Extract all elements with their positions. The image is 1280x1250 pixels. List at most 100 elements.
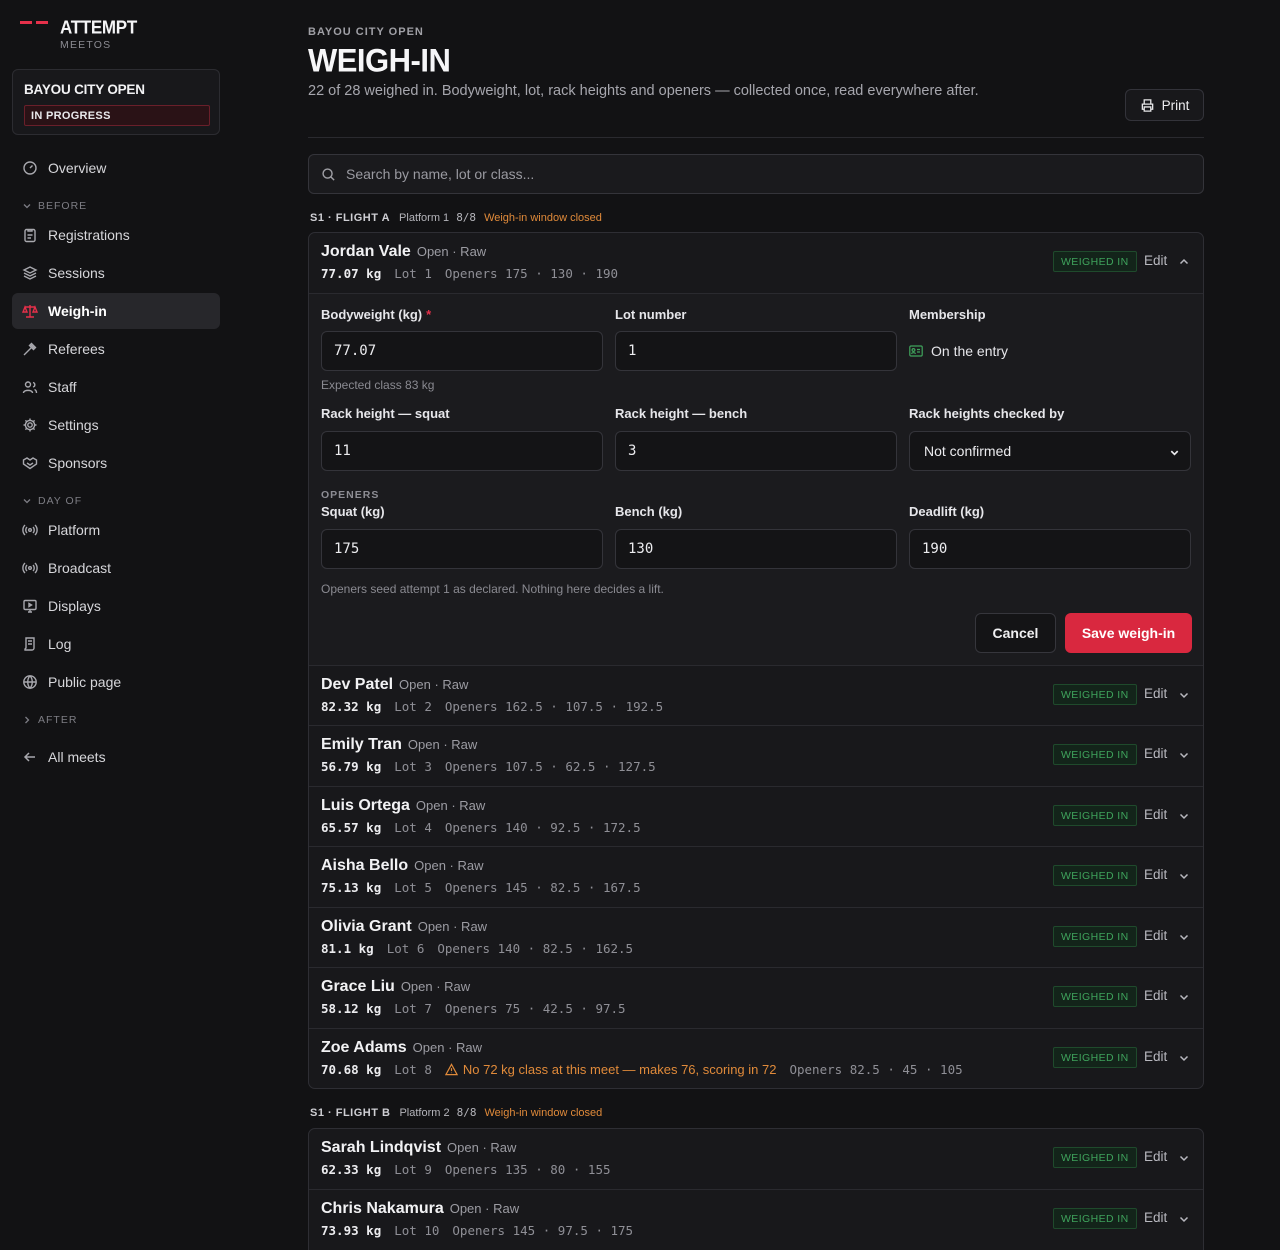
nav-broadcast[interactable]: Broadcast [12,550,220,586]
nav-label: Overview [48,160,107,176]
lifter-openers: Openers 175 · 130 · 190 [445,266,618,281]
nav-section-after[interactable]: AFTER [22,714,77,726]
lifter-row[interactable]: Jordan Vale Open · Raw 77.07 kg Lot 1 Opener… [309,233,1203,293]
chevron-down-icon[interactable] [1178,931,1190,943]
nav-weigh-in[interactable]: Weigh-in [12,293,220,329]
chevron-down-icon[interactable] [1178,870,1190,882]
lifter-row[interactable]: Chris Nakamura Open · Raw 73.93 kg Lot 10 Op… [309,1189,1203,1249]
nav-section-day-of[interactable]: DAY OF [22,495,82,507]
nav-section-before[interactable]: BEFORE [22,200,87,212]
lot-input[interactable] [628,343,878,359]
nav-displays[interactable]: Displays [12,588,220,624]
edit-button[interactable]: Edit [1144,807,1167,822]
chevron-down-icon[interactable] [1178,1213,1190,1225]
nav-staff[interactable]: Staff [12,369,220,405]
edit-button[interactable]: Edit [1144,1149,1167,1164]
search-input[interactable] [346,166,1146,182]
edit-button[interactable]: Edit [1144,988,1167,1003]
gear-icon [22,417,38,433]
nav-platform[interactable]: Platform [12,512,220,548]
edit-button[interactable]: Edit [1144,746,1167,761]
deadlift-field[interactable] [909,529,1191,569]
meet-switcher[interactable]: BAYOU CITY OPEN IN PROGRESS [12,69,220,135]
nav-settings[interactable]: Settings [12,407,220,443]
lifter-openers: Openers 145 · 82.5 · 167.5 [445,880,641,895]
lifter-name[interactable]: Sarah Lindqvist Open · Raw [321,1139,516,1157]
lot-word: Lot [394,820,417,835]
lifter-name[interactable]: Luis Ortega Open · Raw [321,797,485,815]
lifter-row[interactable]: Sarah Lindqvist Open · Raw 62.33 kg Lot 9 Op… [309,1129,1203,1189]
edit-button[interactable]: Edit [1144,1049,1167,1064]
edit-button[interactable]: Edit [1144,253,1167,268]
nav-log[interactable]: Log [12,626,220,662]
edit-button[interactable]: Edit [1144,1210,1167,1225]
lifter-row[interactable]: Grace Liu Open · Raw 58.12 kg Lot 7 Openers … [309,967,1203,1027]
chevron-down-icon[interactable] [1178,1052,1190,1064]
chevron-down-icon[interactable] [1178,749,1190,761]
lifter-row[interactable]: Emily Tran Open · Raw 56.79 kg Lot 3 Openers… [309,725,1203,785]
nav-overview[interactable]: Overview [12,150,220,186]
squat-field[interactable] [321,529,603,569]
lifter-name[interactable]: Chris Nakamura Open · Raw [321,1200,519,1218]
rack-checked-field[interactable]: Not confirmed [909,431,1191,471]
scale-icon [22,303,38,319]
lifter-name[interactable]: Jordan Vale Open · Raw [321,243,486,261]
lifter-meta: 62.33 kg Lot 9 Openers 135 · 80 · 155 [321,1162,611,1177]
lifter-division: Open · Raw [417,919,488,934]
lifter-row[interactable]: Dev Patel Open · Raw 82.32 kg Lot 2 Openers … [309,665,1203,725]
edit-button[interactable]: Edit [1144,686,1167,701]
chevron-up-icon[interactable] [1178,256,1190,268]
lifter-name-text: Zoe Adams [321,1039,407,1056]
lifter-division: Open · Raw [449,1201,520,1216]
lifter-row[interactable]: Zoe Adams Open · Raw 70.68 kg Lot 8 No 72 kg… [309,1028,1203,1088]
lot-word: Lot [394,1162,417,1177]
lifter-list-flight-a: Bodyweight (kg)* Expected class 83 kg Lo… [308,232,1204,1089]
lifter-name[interactable]: Emily Tran Open · Raw [321,736,477,754]
nav-registrations[interactable]: Registrations [12,217,220,253]
lifter-name[interactable]: Zoe Adams Open · Raw [321,1039,482,1057]
rack-squat-field[interactable] [321,431,603,471]
separator: · [602,759,611,774]
nav-sponsors[interactable]: Sponsors [12,445,220,481]
bench-field[interactable] [615,529,897,569]
chevron-down-icon[interactable] [1178,991,1190,1003]
save-weigh-in-button[interactable]: Save weigh-in [1065,613,1192,653]
separator: · [550,699,558,714]
deadlift-input[interactable] [922,541,1172,557]
nav-referees[interactable]: Referees [12,331,220,367]
edit-button[interactable]: Edit [1144,867,1167,882]
lifter-name-text: Jordan Vale [321,243,411,260]
rack-checked-select[interactable]: Not confirmed [920,432,1190,470]
lifter-row[interactable]: Aisha Bello Open · Raw 75.13 kg Lot 5 Opener… [309,846,1203,906]
bench-input[interactable] [628,541,878,557]
cancel-button[interactable]: Cancel [975,613,1056,653]
rack-bench-input[interactable] [628,443,878,459]
chevron-right-icon [25,716,30,724]
chevron-down-icon[interactable] [1178,689,1190,701]
page-subtitle: 22 of 28 weighed in. Bodyweight, lot, ra… [308,83,979,99]
bodyweight-field[interactable] [321,331,603,371]
lifter-name[interactable]: Aisha Bello Open · Raw [321,857,484,875]
unit: kg [366,1223,382,1238]
chevron-down-icon[interactable] [1178,1152,1190,1164]
lifter-row[interactable]: Luis Ortega Open · Raw 65.57 kg Lot 4 Opener… [309,786,1203,846]
lot-field[interactable] [615,331,897,371]
lifter-name[interactable]: Grace Liu Open · Raw [321,978,470,996]
rack-squat-input[interactable] [334,443,584,459]
chevron-down-icon[interactable] [1178,810,1190,822]
bodyweight-input[interactable] [334,343,584,359]
nav-public-page[interactable]: Public page [12,664,220,700]
nav-all-meets[interactable]: All meets [12,739,220,775]
search-box[interactable] [308,154,1204,194]
arrow-left-icon [22,749,38,765]
edit-button[interactable]: Edit [1144,928,1167,943]
lifter-name[interactable]: Dev Patel Open · Raw [321,676,468,694]
lifter-name[interactable]: Olivia Grant Open · Raw [321,918,487,936]
lifter-row[interactable]: Olivia Grant Open · Raw 81.1 kg Lot 6 Opener… [309,907,1203,967]
squat-input[interactable] [334,541,584,557]
lifter-openers: Openers 145 · 97.5 · 175 [452,1223,633,1238]
weighed-in-badge: WEIGHED IN [1053,251,1137,272]
print-button[interactable]: Print [1125,89,1204,121]
nav-sessions[interactable]: Sessions [12,255,220,291]
rack-bench-field[interactable] [615,431,897,471]
